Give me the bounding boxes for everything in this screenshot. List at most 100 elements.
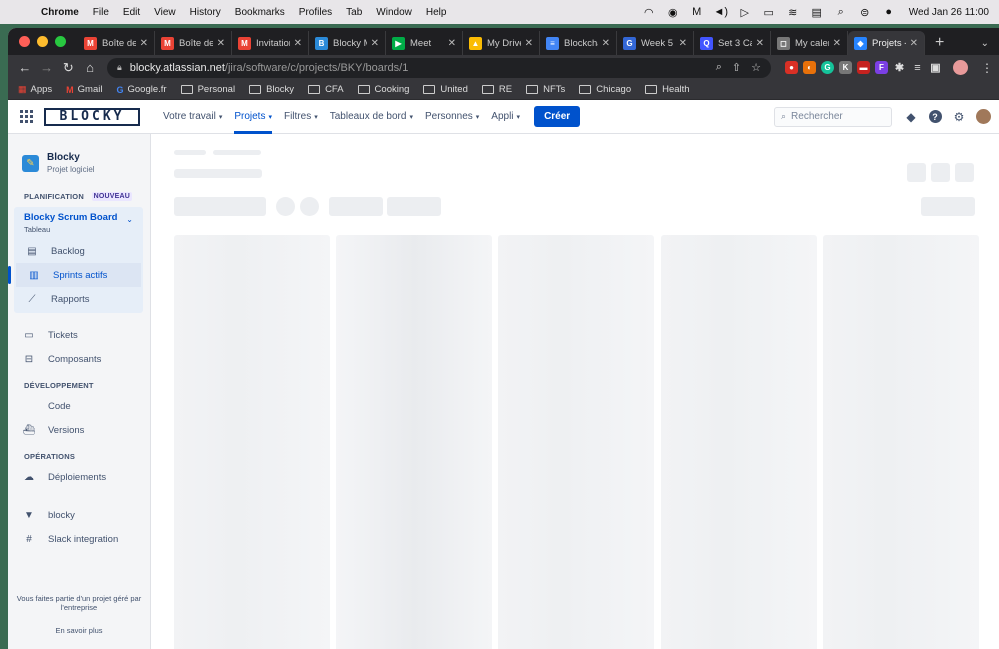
bookmark-gmail[interactable]: M Gmail (66, 84, 102, 95)
home-icon[interactable]: ⌂ (79, 60, 101, 75)
menu-tab[interactable]: Tab (339, 7, 369, 18)
bookmark-google-fr[interactable]: G Google.fr (116, 84, 166, 95)
close-tab-icon[interactable]: ✕ (140, 38, 148, 49)
browser-tab[interactable]: M Boîte de ✕ (78, 31, 155, 55)
grammarly-icon[interactable]: G (821, 61, 834, 74)
extensions-puzzle-icon[interactable]: ✱ (893, 61, 906, 74)
sidebar-item-composants[interactable]: ⊟ Composants (8, 347, 150, 371)
blocky-logo[interactable]: BLOCKY (44, 107, 140, 126)
extension-red-icon[interactable]: ▬ (857, 61, 870, 74)
chrome-profile-avatar[interactable] (953, 60, 968, 75)
bookmark-nfts[interactable]: NFTs (526, 84, 565, 95)
close-tab-icon[interactable]: ✕ (448, 38, 456, 49)
help-icon[interactable]: ? (928, 110, 942, 124)
new-tab-button[interactable]: + (925, 31, 954, 55)
share-icon[interactable]: ⇧ (732, 61, 741, 74)
browser-tab[interactable]: ◻ My calen ✕ (771, 31, 848, 55)
menu-bookmarks[interactable]: Bookmarks (228, 7, 292, 18)
search-input[interactable]: ⌕ Rechercher (774, 106, 892, 127)
nav-projets[interactable]: Projets ▾ (228, 100, 278, 134)
browser-tab[interactable]: ▶ Meet ✕ (386, 31, 463, 55)
menubar-clock[interactable]: Wed Jan 26 11:00 (901, 7, 989, 18)
volume-icon[interactable]: ◄) (709, 6, 733, 18)
close-tab-icon[interactable]: ✕ (294, 38, 302, 49)
board-selector[interactable]: Blocky Scrum Board Tableau ⌄ (14, 207, 143, 239)
nav-tableaux-de-bord[interactable]: Tableaux de bord ▾ (324, 100, 419, 134)
close-window-button[interactable] (19, 36, 30, 47)
spotify-icon[interactable]: ◉ (661, 6, 685, 19)
bookmark-star-icon[interactable]: ☆ (751, 61, 761, 74)
nav-votre-travail[interactable]: Votre travail ▾ (157, 100, 228, 134)
sidebar-item-d-ploiements[interactable]: ☁ Déploiements (8, 465, 150, 489)
user-avatar[interactable] (976, 109, 991, 124)
wifi-icon[interactable]: ≋ (781, 6, 805, 19)
lock-icon[interactable]: 🔒︎ (117, 62, 122, 73)
close-tab-icon[interactable]: ✕ (679, 38, 687, 49)
menu-edit[interactable]: Edit (116, 7, 147, 18)
minimize-window-button[interactable] (37, 36, 48, 47)
browser-tab[interactable]: ▲ My Drive ✕ (463, 31, 540, 55)
menu-help[interactable]: Help (419, 7, 454, 18)
bookmark-re[interactable]: RE (481, 84, 512, 95)
extension-orange-icon[interactable]: ◐ (803, 61, 816, 74)
bookmark-united[interactable]: United (423, 84, 468, 95)
bookmark-chicago[interactable]: Chicago (579, 84, 631, 95)
sidebar-item-backlog[interactable]: ▤ Backlog (14, 239, 143, 263)
spotlight-icon[interactable]: ⌕ (829, 6, 853, 19)
project-header[interactable]: ✎ Blocky Projet logiciel (8, 152, 150, 174)
bookmark-blocky[interactable]: Blocky (249, 84, 294, 95)
back-icon[interactable]: ← (14, 60, 36, 75)
menu-history[interactable]: History (183, 7, 228, 18)
settings-gear-icon[interactable]: ⚙ (952, 110, 966, 124)
forward-icon[interactable]: → (36, 60, 58, 75)
address-bar[interactable]: 🔒︎ blocky.atlassian.net/jira/software/c/… (106, 57, 771, 78)
battery-icon[interactable]: ▭ (757, 6, 781, 19)
extension-k-icon[interactable]: K (839, 61, 852, 74)
menu-view[interactable]: View (147, 7, 183, 18)
menu-file[interactable]: File (86, 7, 116, 18)
browser-tab[interactable]: Q Set 3 Ca ✕ (694, 31, 771, 55)
flag-icon[interactable]: ▤ (805, 6, 829, 19)
side-panel-icon[interactable]: ▣ (929, 61, 942, 74)
close-tab-icon[interactable]: ✕ (910, 38, 918, 49)
play-icon[interactable]: ▷ (733, 6, 757, 19)
sidebar-item-tickets[interactable]: ▭ Tickets (8, 323, 150, 347)
chevron-down-icon[interactable]: ⌄ (126, 215, 133, 224)
learn-more-link[interactable]: En savoir plus (16, 626, 142, 635)
bookmark-cfa[interactable]: CFA (308, 84, 344, 95)
bookmark-cooking[interactable]: Cooking (357, 84, 409, 95)
zoom-search-icon[interactable]: ⌕ (716, 61, 722, 74)
sidebar-item-sprints-actifs[interactable]: ▥ Sprints actifs (8, 263, 141, 287)
sidebar-item-slack-integration[interactable]: # Slack integration (8, 527, 150, 551)
close-tab-icon[interactable]: ✕ (833, 38, 841, 49)
sidebar-item-code[interactable]: Code (8, 394, 150, 418)
close-tab-icon[interactable]: ✕ (602, 38, 610, 49)
bookmark-health[interactable]: Health (645, 84, 690, 95)
nav-filtres[interactable]: Filtres ▾ (278, 100, 324, 134)
browser-tab[interactable]: M Invitation ✕ (232, 31, 309, 55)
close-tab-icon[interactable]: ✕ (756, 38, 764, 49)
malwarebytes-icon[interactable]: M (685, 6, 709, 18)
create-button[interactable]: Créer (534, 106, 581, 127)
reading-list-icon[interactable]: ≡ (911, 61, 924, 74)
sidebar-item-versions[interactable]: ⛴ Versions (8, 418, 150, 442)
menu-app-name[interactable]: Chrome (34, 7, 86, 18)
browser-tab[interactable]: M Boîte de ✕ (155, 31, 232, 55)
arc-icon[interactable]: ◠ (637, 6, 661, 19)
chrome-menu-icon[interactable]: ⋮ (981, 61, 993, 75)
browser-tab[interactable]: B Blocky M ✕ (309, 31, 386, 55)
menu-window[interactable]: Window (369, 7, 419, 18)
nav-personnes[interactable]: Personnes ▾ (419, 100, 485, 134)
bookmark-apps[interactable]: ▦ Apps (18, 84, 52, 95)
nav-appli[interactable]: Appli ▾ (485, 100, 526, 134)
extension-purple-icon[interactable]: F (875, 61, 888, 74)
app-switcher-icon[interactable] (16, 107, 36, 127)
control-center-icon[interactable]: ⊜ (853, 6, 877, 19)
close-tab-icon[interactable]: ✕ (217, 38, 225, 49)
menu-profiles[interactable]: Profiles (292, 7, 339, 18)
sidebar-item-blocky[interactable]: ▼ blocky (8, 503, 150, 527)
browser-tab[interactable]: G Week 5 c ✕ (617, 31, 694, 55)
close-tab-icon[interactable]: ✕ (525, 38, 533, 49)
zoom-window-button[interactable] (55, 36, 66, 47)
lastpass-icon[interactable]: ● (785, 61, 798, 74)
